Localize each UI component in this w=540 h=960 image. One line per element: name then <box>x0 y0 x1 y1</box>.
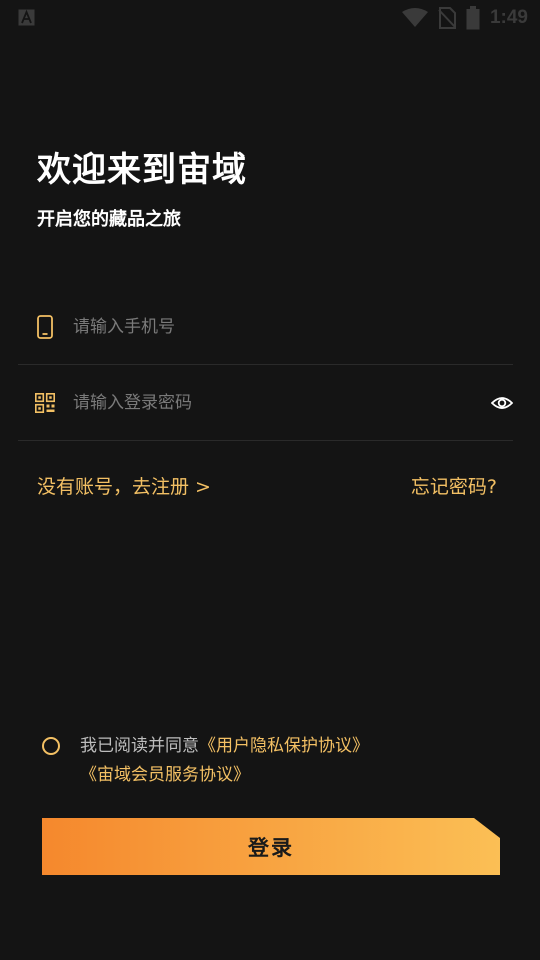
password-input[interactable] <box>73 389 453 417</box>
member-agreement-link[interactable]: 《宙域会员服务协议》 <box>80 765 250 785</box>
wifi-icon <box>401 8 428 27</box>
page-subtitle: 开启您的藏品之旅 <box>37 209 181 230</box>
page-title: 欢迎来到宙域 <box>37 150 247 190</box>
phone-input[interactable] <box>73 313 453 341</box>
agreement-line-1: 我已阅读并同意《用户隐私保护协议》 <box>80 733 369 759</box>
eye-icon[interactable] <box>491 392 513 414</box>
password-field-row <box>18 365 513 441</box>
agreement-row: 我已阅读并同意《用户隐私保护协议》 《宙域会员服务协议》 <box>42 733 512 793</box>
status-right-group: 1:49 <box>401 5 528 31</box>
no-sim-icon <box>438 7 456 29</box>
agreement-checkbox[interactable] <box>42 737 60 755</box>
status-bar: 1:49 <box>0 0 540 36</box>
privacy-policy-link[interactable]: 《用户隐私保护协议》 <box>199 736 369 756</box>
qr-code-icon <box>35 392 55 413</box>
battery-icon <box>466 6 480 30</box>
status-time: 1:49 <box>489 7 528 28</box>
auth-links-row: 没有账号，去注册 > 忘记密码? <box>37 472 497 500</box>
agreement-line-2: 《宙域会员服务协议》 <box>80 762 250 788</box>
register-link[interactable]: 没有账号，去注册 > <box>37 472 211 499</box>
a-icon <box>18 9 35 26</box>
login-button-label: 登录 <box>248 835 294 860</box>
phone-field-row <box>18 289 513 365</box>
agreement-prefix: 我已阅读并同意 <box>80 736 199 756</box>
phone-icon <box>37 315 53 339</box>
forgot-password-link[interactable]: 忘记密码? <box>411 472 497 499</box>
login-button[interactable]: 登录 <box>42 818 500 875</box>
